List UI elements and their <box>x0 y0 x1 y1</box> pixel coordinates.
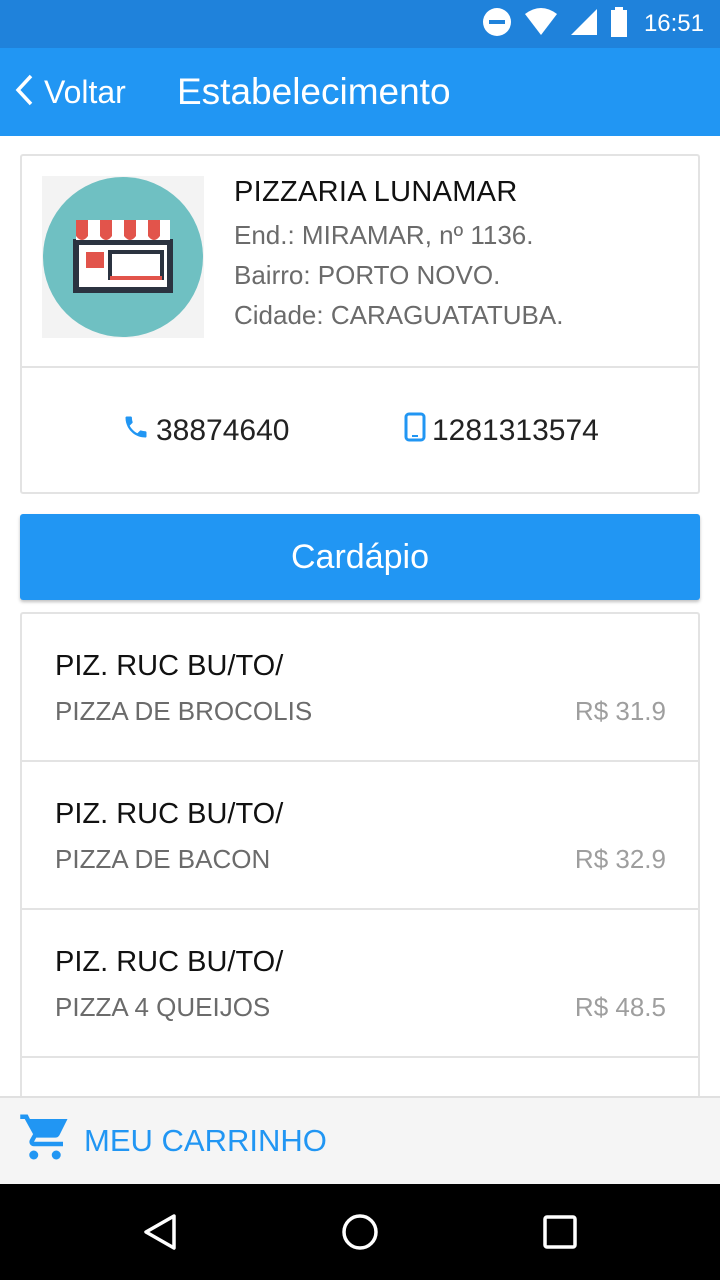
cart-icon <box>18 1112 72 1170</box>
chevron-left-icon <box>12 73 38 112</box>
back-label: Voltar <box>44 73 126 110</box>
mobile-link[interactable]: 1281313574 <box>404 370 599 492</box>
status-time: 16:51 <box>643 10 704 37</box>
menu-item[interactable]: PIZ. RUC BU/TO/ PIZZA DE BROCOLIS R$ 31.… <box>22 614 698 762</box>
do-not-disturb-icon <box>482 7 512 42</box>
item-name: PIZZA 4 QUEIJOS <box>55 992 271 1022</box>
mobile-number: 1281313574 <box>432 414 599 447</box>
app-bar: Voltar Estabelecimento <box>0 48 720 136</box>
cart-label: MEU CARRINHO <box>84 1123 327 1158</box>
phone-link[interactable]: 38874640 <box>122 370 289 492</box>
menu-button[interactable]: Cardápio <box>20 514 700 600</box>
store-card: PIZZARIA LUNAMAR End.: MIRAMAR, nº 1136.… <box>20 154 700 494</box>
phone-icon <box>122 413 150 449</box>
menu-list: PIZ. RUC BU/TO/ PIZZA DE BROCOLIS R$ 31.… <box>20 612 700 1096</box>
cart-button[interactable]: MEU CARRINHO <box>18 1098 327 1184</box>
store-neighborhood: Bairro: PORTO NOVO. <box>234 260 501 290</box>
item-code: PIZ. RUC BU/TO/ <box>55 798 284 830</box>
item-code: PIZ. RUC BU/TO/ <box>55 946 284 978</box>
battery-icon <box>610 6 628 42</box>
page-title: Estabelecimento <box>177 71 451 112</box>
nav-recents-icon[interactable] <box>512 1184 608 1280</box>
content: PIZZARIA LUNAMAR End.: MIRAMAR, nº 1136.… <box>0 136 720 1096</box>
system-nav-bar <box>0 1184 720 1280</box>
item-price: R$ 32.9 <box>574 844 666 874</box>
item-price: R$ 48.5 <box>574 992 666 1022</box>
wifi-icon <box>524 7 558 41</box>
status-icons: 16:51 <box>482 0 704 48</box>
nav-home-icon[interactable] <box>312 1184 408 1280</box>
cart-bar: MEU CARRINHO <box>0 1096 720 1184</box>
store-info: PIZZARIA LUNAMAR End.: MIRAMAR, nº 1136.… <box>22 156 698 368</box>
store-name: PIZZARIA LUNAMAR <box>234 176 518 208</box>
item-name: PIZZA DE BACON <box>55 844 271 874</box>
store-phones: 38874640 1281313574 <box>22 370 698 492</box>
store-city: Cidade: CARAGUATATUBA. <box>234 300 564 330</box>
storefront-icon <box>42 176 204 338</box>
signal-icon <box>570 8 598 41</box>
menu-item[interactable]: PIZ. RUC BU/TO/ PIZZA 4 QUEIJOS R$ 48.5 <box>22 910 698 1058</box>
status-bar: 16:51 <box>0 0 720 48</box>
menu-item[interactable]: PIZ. RUC BU/TO/ PIZZA DE BACON R$ 32.9 <box>22 762 698 910</box>
item-code: PIZ. RUC BU/TO/ <box>55 650 284 682</box>
nav-back-icon[interactable] <box>112 1184 208 1280</box>
item-price: R$ 31.9 <box>574 696 666 726</box>
menu-item-partial[interactable] <box>22 1058 698 1096</box>
item-name: PIZZA DE BROCOLIS <box>55 696 313 726</box>
back-button[interactable]: Voltar <box>12 48 126 136</box>
store-address: End.: MIRAMAR, nº 1136. <box>234 220 534 250</box>
phone-number: 38874640 <box>156 414 290 447</box>
smartphone-icon <box>404 412 426 450</box>
